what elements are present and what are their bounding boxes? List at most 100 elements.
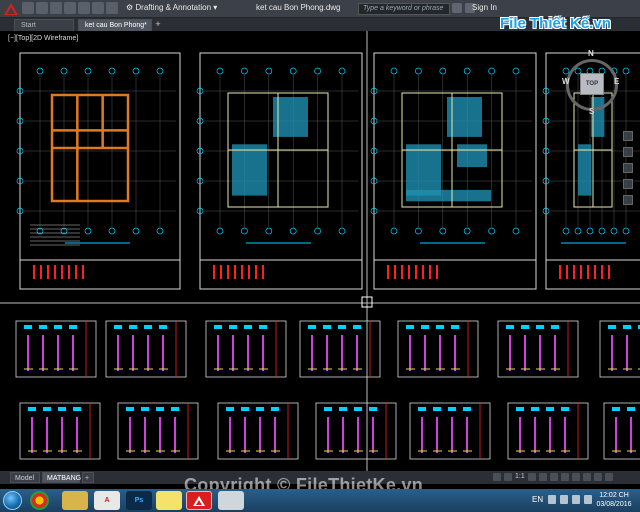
system-tray — [548, 495, 592, 504]
save-icon[interactable] — [50, 2, 62, 14]
compass-south[interactable]: S — [589, 107, 594, 116]
axis-bubble — [132, 67, 140, 75]
layout-tab-model[interactable]: Model — [10, 472, 40, 483]
search-input[interactable]: Type a keyword or phrase — [358, 3, 450, 15]
isolate-icon[interactable] — [571, 473, 580, 481]
column-section — [324, 407, 332, 411]
workspace-icon[interactable] — [560, 473, 569, 481]
axis-bubble — [512, 67, 520, 75]
viewcube-top-face[interactable]: TOP — [580, 73, 604, 95]
axis-bubble — [415, 227, 422, 235]
open-icon[interactable] — [36, 2, 48, 14]
layout-tab-matbang-label: MATBANG — [47, 475, 82, 482]
photoshop-icon[interactable]: Ps — [126, 491, 152, 510]
axis-bubble — [574, 227, 582, 235]
drawing-sheets — [0, 31, 640, 471]
axis-bubble — [415, 67, 422, 75]
navigation-bar — [621, 131, 635, 271]
scale-icon[interactable] — [504, 473, 512, 481]
column-section — [159, 325, 167, 329]
flag-icon[interactable] — [584, 495, 592, 504]
redo-icon[interactable] — [106, 2, 118, 14]
compass-east[interactable]: E — [614, 77, 619, 86]
column-section — [623, 325, 631, 329]
new-tab-button[interactable]: + — [153, 19, 163, 30]
axis-bubble — [156, 227, 164, 235]
viewcube[interactable]: TOP N S E W — [562, 49, 622, 116]
clean-screen-icon[interactable] — [593, 473, 602, 481]
pan-icon[interactable] — [623, 147, 633, 157]
column-section — [627, 407, 635, 411]
print-icon[interactable] — [78, 2, 90, 14]
document-title: ket cau Bon Phong.dwg — [256, 3, 341, 12]
column-section — [521, 325, 529, 329]
annotation-icon[interactable] — [493, 473, 501, 481]
misc-app-icon[interactable] — [218, 491, 244, 510]
start-button[interactable] — [3, 491, 22, 510]
axis-bubble — [390, 67, 398, 75]
taskbar-clock[interactable]: 12:02 CH 03/08/2016 — [594, 491, 634, 509]
new-icon[interactable] — [22, 2, 34, 14]
axis-bubble — [265, 227, 273, 235]
workspace-switcher[interactable]: ⚙ Drafting & Annotation ▾ — [126, 3, 217, 12]
slab-area — [232, 144, 267, 196]
column-section — [506, 325, 514, 329]
slab-area — [406, 189, 491, 202]
file-explorer-icon[interactable] — [62, 491, 88, 510]
logo-text: File Thiết Kế.vn — [500, 15, 611, 32]
viewport-controls[interactable]: [−][Top][2D Wireframe] — [8, 35, 78, 42]
showmotion-icon[interactable] — [623, 195, 633, 205]
volume-icon[interactable] — [572, 495, 580, 504]
column-section — [308, 325, 316, 329]
undo-icon[interactable] — [92, 2, 104, 14]
zoom-icon[interactable] — [623, 163, 633, 173]
language-indicator[interactable]: EN — [532, 495, 543, 504]
annotation-scale[interactable]: 1:1 — [515, 473, 525, 481]
column-section — [229, 325, 237, 329]
network-icon[interactable] — [560, 495, 568, 504]
status-tools: 1:1 — [493, 473, 613, 481]
chevron-down-icon[interactable] — [527, 473, 536, 481]
autocad-icon[interactable] — [186, 491, 212, 510]
hardware-icon[interactable] — [582, 473, 591, 481]
column-section — [126, 407, 134, 411]
column-section — [436, 325, 444, 329]
chrome-icon[interactable] — [30, 491, 49, 510]
column-section — [551, 325, 559, 329]
column-section — [451, 325, 459, 329]
orbit-icon[interactable] — [623, 179, 633, 189]
autocad-ws-icon[interactable]: A — [94, 491, 120, 510]
axis-bubble — [108, 67, 116, 75]
axis-bubble — [488, 67, 495, 75]
save-as-icon[interactable] — [64, 2, 76, 14]
compass-north[interactable]: N — [588, 49, 594, 58]
add-layout-button[interactable]: + — [82, 472, 94, 483]
gear-icon: ⚙ — [126, 3, 134, 12]
column-section — [406, 325, 414, 329]
compass-west[interactable]: W — [562, 77, 570, 86]
axis-bubble — [338, 227, 346, 235]
column-section — [354, 407, 362, 411]
layout-tab-matbang[interactable]: MATBANG — [42, 472, 82, 483]
customize-icon[interactable] — [604, 473, 613, 481]
column-section — [536, 325, 544, 329]
column-section — [271, 407, 279, 411]
column-section — [546, 407, 554, 411]
binoculars-icon[interactable] — [452, 3, 462, 13]
drawing-canvas[interactable]: [−][Top][2D Wireframe] TOP N S E W — [0, 31, 640, 471]
column-section — [448, 407, 456, 411]
column-section — [369, 407, 377, 411]
application-menu-button[interactable] — [2, 1, 20, 17]
sticky-notes-icon[interactable] — [156, 491, 182, 510]
tray-arrow-icon[interactable] — [548, 495, 556, 504]
tab-start[interactable]: Start — [14, 19, 74, 31]
clock-date: 03/08/2016 — [596, 501, 632, 508]
column-section — [433, 407, 441, 411]
axis-bubble — [156, 67, 164, 75]
tab-ket-cau-bon-phong[interactable]: ket cau Bon Phong* — [78, 19, 152, 31]
sign-in-link[interactable]: Sign In — [472, 3, 497, 12]
plus-icon[interactable] — [549, 473, 558, 481]
settings-icon[interactable] — [538, 473, 547, 481]
steering-wheel-icon[interactable] — [623, 131, 633, 141]
axis-bubble — [512, 227, 520, 235]
